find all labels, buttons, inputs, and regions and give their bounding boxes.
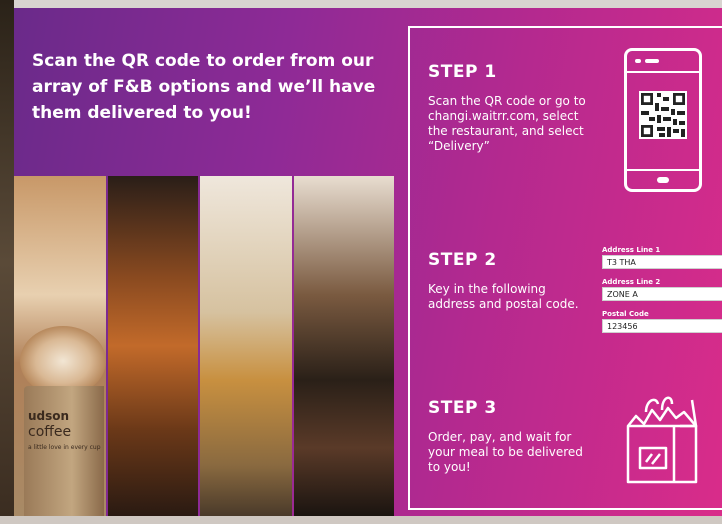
left-edge — [0, 0, 14, 524]
postal-code: Postal Code 123456 — [602, 310, 722, 333]
step-1-title: STEP 1 — [428, 62, 497, 82]
fried-chicken-photo — [108, 176, 198, 516]
brand-tagline: a little love in every cup — [28, 444, 101, 451]
address-line-2: Address Line 2 ZONE A — [602, 278, 722, 301]
address-line-1-field: T3 THA — [602, 255, 722, 269]
address-line-1-label: Address Line 1 — [602, 246, 661, 254]
qr-code-icon[interactable] — [639, 91, 687, 139]
address-line-1: Address Line 1 T3 THA — [602, 246, 722, 269]
postal-code-label: Postal Code — [602, 310, 649, 318]
step-2-body: Key in the following address and postal … — [428, 282, 579, 311]
shopping-bag-icon — [622, 390, 702, 486]
address-line-2-field: ZONE A — [602, 287, 722, 301]
step-3-body: Order, pay, and wait for your meal to be… — [428, 430, 583, 474]
curry-puff-photo — [200, 176, 292, 516]
food-photo-strip: udson coffee a little love in every cup — [14, 176, 394, 516]
step-1: STEP 1 Scan the QR code or go to changi.… — [428, 62, 588, 154]
step-1-body: Scan the QR code or go to changi.waitrr.… — [428, 94, 586, 153]
step-3-title: STEP 3 — [428, 398, 497, 418]
delivery-poster: Scan the QR code to order from our array… — [14, 8, 722, 516]
postal-code-field: 123456 — [602, 319, 722, 333]
steps-box: STEP 1 Scan the QR code or go to changi.… — [408, 26, 722, 510]
address-line-2-label: Address Line 2 — [602, 278, 661, 286]
bottom-edge — [0, 516, 722, 524]
seafood-photo — [294, 176, 394, 516]
brand-sub: coffee — [28, 424, 72, 440]
coffee-brand-logo: udson coffee a little love in every cup — [28, 408, 106, 456]
top-edge — [0, 0, 722, 8]
step-2: STEP 2 Key in the following address and … — [428, 250, 588, 312]
step-2-title: STEP 2 — [428, 250, 497, 270]
headline: Scan the QR code to order from our array… — [32, 51, 376, 123]
coffee-photo: udson coffee a little love in every cup — [14, 176, 106, 516]
step-3: STEP 3 Order, pay, and wait for your mea… — [428, 398, 588, 475]
phone-icon — [624, 48, 702, 192]
brand-name: udson — [28, 409, 70, 423]
